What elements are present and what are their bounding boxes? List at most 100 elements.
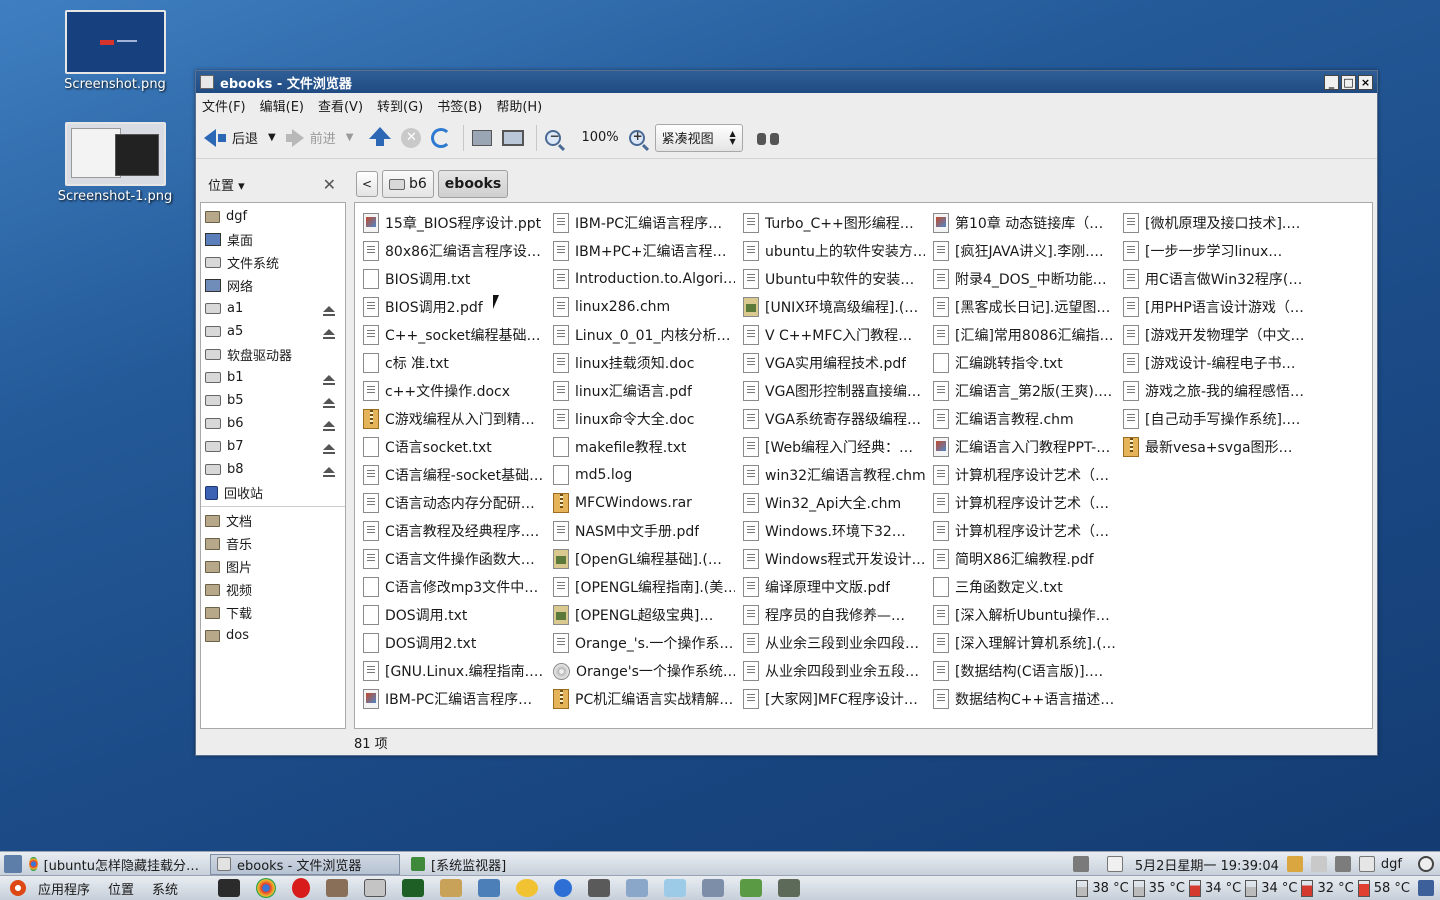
file-item[interactable]: [OPENGL编程指南].(美… bbox=[553, 573, 735, 601]
file-item[interactable]: [深入理解计算机系统].(… bbox=[933, 629, 1115, 657]
file-item[interactable]: 汇编语言教程.chm bbox=[933, 405, 1115, 433]
forward-button[interactable]: 前进 ▼ bbox=[285, 128, 354, 147]
file-item[interactable]: 从业余四段到业余五段… bbox=[743, 657, 925, 685]
file-item[interactable]: C语言教程及经典程序.… bbox=[363, 517, 545, 545]
sidebar-item-4[interactable]: a1 bbox=[201, 297, 345, 320]
bookmark-item-5[interactable]: dos bbox=[201, 624, 345, 647]
menu-view[interactable]: 查看(V) bbox=[318, 96, 363, 115]
crumb-b6[interactable]: b6 bbox=[382, 170, 434, 198]
file-item[interactable]: [GNU.Linux.编程指南.… bbox=[363, 657, 545, 685]
chevron-down-icon[interactable]: ▼ bbox=[268, 132, 276, 143]
file-item[interactable]: Windows.环境下32… bbox=[743, 517, 925, 545]
file-item[interactable]: VGA实用编程技术.pdf bbox=[743, 349, 925, 377]
file-item[interactable]: 计算机程序设计艺术（… bbox=[933, 489, 1115, 517]
file-item[interactable]: 最新vesa+svga图形… bbox=[1123, 433, 1305, 461]
file-item[interactable]: 从业余三段到业余四段… bbox=[743, 629, 925, 657]
file-item[interactable]: 程序员的自我修养—… bbox=[743, 601, 925, 629]
file-item[interactable]: Introduction.to.Algori… bbox=[553, 265, 735, 293]
temp-sensor-2[interactable]: 35 °C bbox=[1132, 879, 1185, 897]
file-item[interactable]: IBM-PC汇编语言程序… bbox=[363, 685, 545, 713]
search-binoculars-icon[interactable] bbox=[756, 130, 779, 146]
eject-icon[interactable] bbox=[323, 420, 335, 431]
file-item[interactable]: [大家网]MFC程序设计… bbox=[743, 685, 925, 713]
bookmark-item-1[interactable]: 音乐 bbox=[201, 532, 345, 555]
file-item[interactable]: IBM+PC+汇编语言程… bbox=[553, 237, 735, 265]
zoom-out-button[interactable]: − bbox=[545, 129, 562, 146]
sidebar-item-7[interactable]: b1 bbox=[201, 366, 345, 389]
volume-icon[interactable] bbox=[1072, 856, 1089, 872]
file-item[interactable]: C语言动态内存分配研… bbox=[363, 489, 545, 517]
file-item[interactable]: [汇编]常用8086汇编指… bbox=[933, 321, 1115, 349]
sidebar-item-9[interactable]: b6 bbox=[201, 412, 345, 435]
title-bar[interactable]: ebooks - 文件浏览器 _ □ × bbox=[196, 71, 1377, 93]
file-item[interactable]: [自己动手写操作系统].… bbox=[1123, 405, 1305, 433]
file-item[interactable]: 用C语言做Win32程序(… bbox=[1123, 265, 1305, 293]
menu-bookmarks[interactable]: 书签(B) bbox=[437, 96, 482, 115]
maximize-button[interactable]: □ bbox=[1341, 74, 1356, 90]
network-status-icon[interactable] bbox=[1286, 856, 1303, 872]
file-item[interactable]: [OpenGL编程基础].(… bbox=[553, 545, 735, 573]
show-desktop-icon[interactable] bbox=[4, 855, 22, 873]
chevron-down-icon[interactable]: ▼ bbox=[346, 132, 354, 143]
file-item[interactable]: 汇编语言_第2版(王爽).… bbox=[933, 377, 1115, 405]
file-item[interactable]: linux286.chm bbox=[553, 293, 735, 321]
file-item[interactable]: 简明X86汇编教程.pdf bbox=[933, 545, 1115, 573]
eject-icon[interactable] bbox=[323, 443, 335, 454]
task-browser[interactable]: [ubuntu怎样隐藏挂载分… bbox=[22, 854, 206, 875]
task-system-monitor[interactable]: [系统监视器] bbox=[404, 854, 594, 875]
file-item[interactable]: DOS调用2.txt bbox=[363, 629, 545, 657]
crumb-ebooks[interactable]: ebooks bbox=[437, 170, 509, 198]
image-viewer-icon[interactable] bbox=[664, 879, 687, 897]
file-item[interactable]: linux命令大全.doc bbox=[553, 405, 735, 433]
file-item[interactable]: 第10章 动态链接库（… bbox=[933, 209, 1115, 237]
file-item[interactable]: [OPENGL超级宝典]… bbox=[553, 601, 735, 629]
book-icon[interactable] bbox=[740, 879, 763, 897]
minimize-button[interactable]: _ bbox=[1324, 74, 1339, 90]
home-button[interactable] bbox=[472, 129, 493, 146]
file-item[interactable]: win32汇编语言教程.chm bbox=[743, 461, 925, 489]
sidebar-item-8[interactable]: b5 bbox=[201, 389, 345, 412]
bookmark-item-4[interactable]: 下载 bbox=[201, 601, 345, 624]
qq-icon[interactable] bbox=[516, 879, 539, 897]
sidebar-title-select[interactable]: 位置 ▾ bbox=[208, 175, 323, 194]
file-item[interactable]: C语言文件操作函数大… bbox=[363, 545, 545, 573]
file-item[interactable]: BIOS调用2.pdf bbox=[363, 293, 545, 321]
system-monitor-icon[interactable] bbox=[402, 879, 425, 897]
file-item[interactable]: 汇编跳转指令.txt bbox=[933, 349, 1115, 377]
back-button[interactable]: 后退 ▼ bbox=[204, 128, 276, 147]
file-item[interactable]: C语言socket.txt bbox=[363, 433, 545, 461]
file-item[interactable]: [数据结构(C语言版)].… bbox=[933, 657, 1115, 685]
network-tool-icon[interactable] bbox=[626, 879, 649, 897]
workspace-switcher-icon[interactable] bbox=[1418, 880, 1434, 896]
file-item[interactable]: [游戏开发物理学（中文… bbox=[1123, 321, 1305, 349]
file-item[interactable]: [深入解析Ubuntu操作… bbox=[933, 601, 1115, 629]
file-item[interactable]: c++文件操作.docx bbox=[363, 377, 545, 405]
file-item[interactable]: md5.log bbox=[553, 461, 735, 489]
view-mode-select[interactable]: 紧凑视图 ▲ ▼ bbox=[654, 123, 743, 152]
file-item[interactable]: [一步一步学习linux… bbox=[1123, 237, 1305, 265]
chrome-icon[interactable] bbox=[256, 878, 277, 898]
sidebar-item-6[interactable]: 软盘驱动器 bbox=[201, 343, 345, 366]
package-icon[interactable] bbox=[326, 879, 349, 897]
file-item[interactable]: Turbo_C++图形编程… bbox=[743, 209, 925, 237]
up-button[interactable] bbox=[369, 126, 392, 149]
power-icon[interactable] bbox=[1418, 856, 1434, 872]
zoom-in-button[interactable]: + bbox=[628, 129, 645, 146]
file-item[interactable]: Orange's一个操作系统… bbox=[553, 657, 735, 685]
applications-menu[interactable]: 应用程序 bbox=[38, 879, 90, 898]
file-item[interactable]: [Web编程入门经典：… bbox=[743, 433, 925, 461]
sidebar-item-3[interactable]: 网络 bbox=[201, 274, 345, 297]
file-item[interactable]: [游戏设计-编程电子书… bbox=[1123, 349, 1305, 377]
bookmark-item-2[interactable]: 图片 bbox=[201, 555, 345, 578]
system-menu[interactable]: 系统 bbox=[152, 879, 178, 898]
water-drop-icon[interactable] bbox=[554, 879, 573, 897]
file-item[interactable]: linux汇编语言.pdf bbox=[553, 377, 735, 405]
file-item[interactable]: 80x86汇编语言程序设… bbox=[363, 237, 545, 265]
reload-button[interactable] bbox=[431, 127, 452, 148]
file-item[interactable]: 计算机程序设计艺术（… bbox=[933, 517, 1115, 545]
file-item[interactable]: [微机原理及接口技术].… bbox=[1123, 209, 1305, 237]
sidebar-item-0[interactable]: dgf bbox=[201, 205, 345, 228]
file-item[interactable]: C语言修改mp3文件中… bbox=[363, 573, 545, 601]
file-item[interactable]: DOS调用.txt bbox=[363, 601, 545, 629]
settings-icon[interactable] bbox=[702, 879, 725, 897]
